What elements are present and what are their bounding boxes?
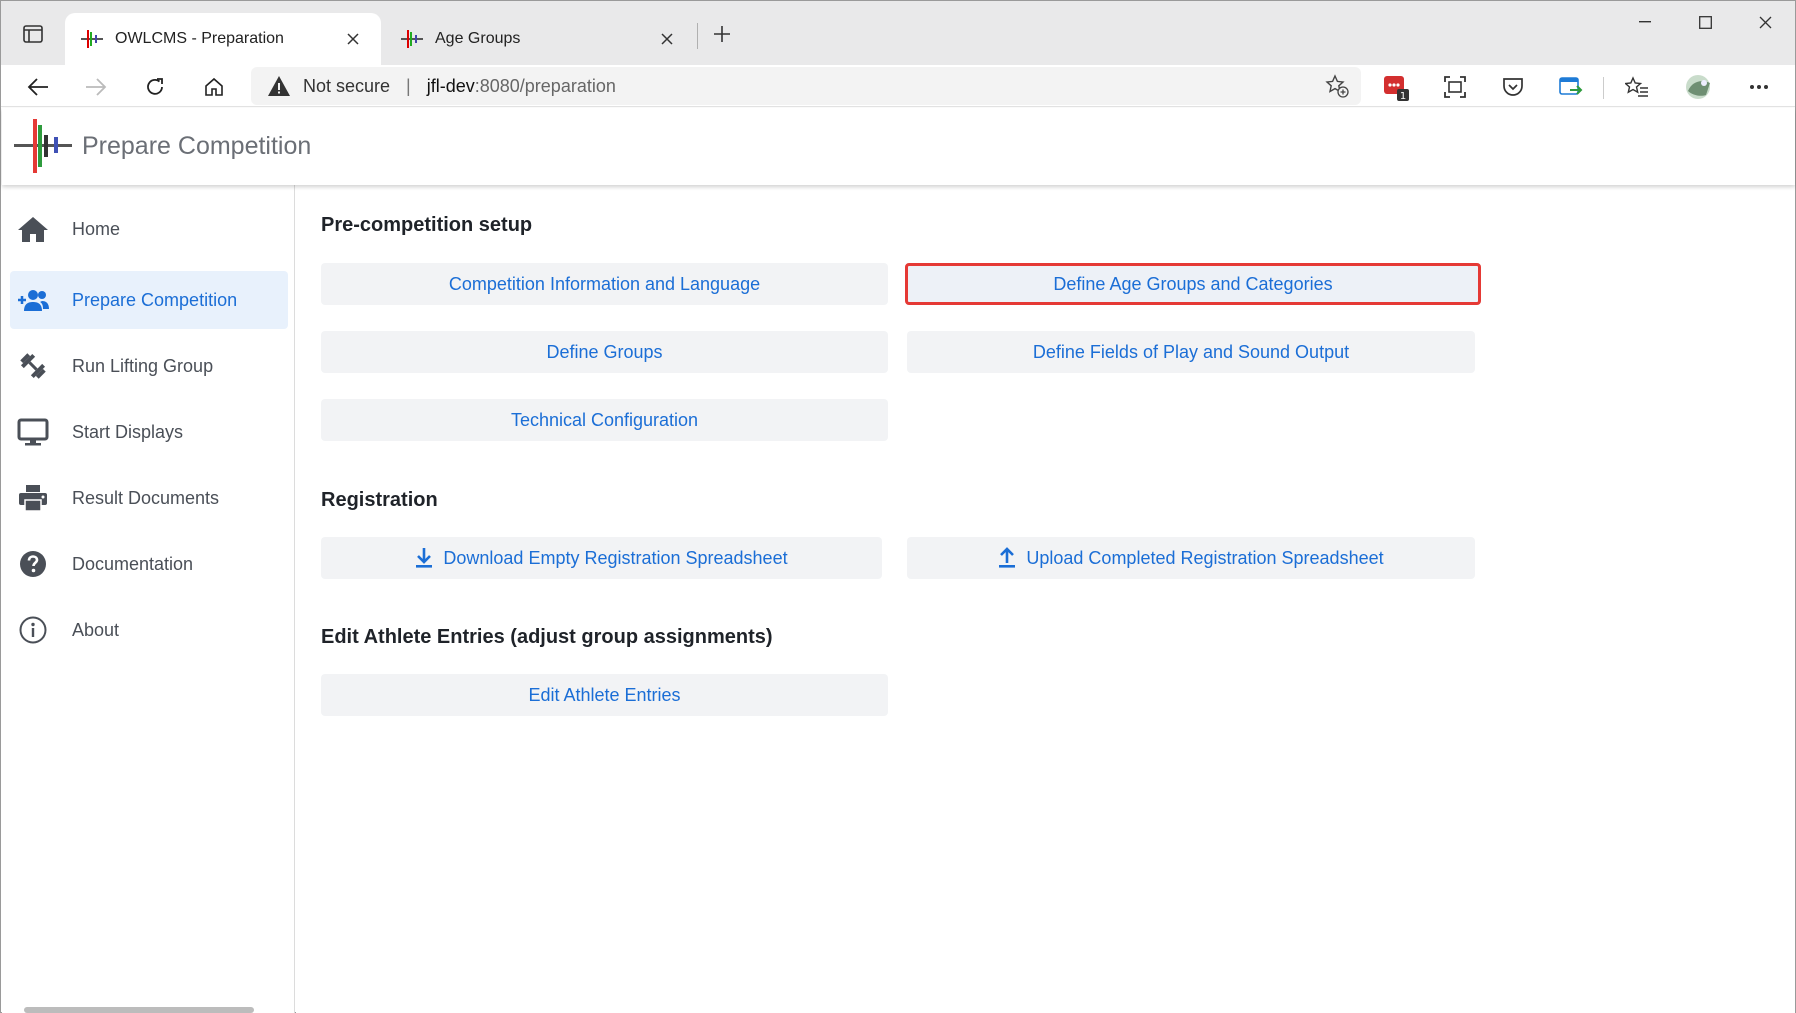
upload-registration-label: Upload Completed Registration Spreadshee…: [1026, 547, 1384, 568]
address-divider: |: [406, 75, 411, 96]
section-title-precompetition: Pre-competition setup: [321, 214, 533, 236]
owlcms-favicon-icon: [401, 30, 423, 48]
define-age-groups-button[interactable]: Define Age Groups and Categories: [905, 263, 1481, 305]
tab-strip: OWLCMS - Preparation Age Groups: [1, 1, 1795, 65]
forward-arrow-icon[interactable]: [79, 70, 113, 104]
upload-registration-button[interactable]: Upload Completed Registration Spreadshee…: [907, 537, 1475, 579]
sidebar-item-prepare-competition[interactable]: Prepare Competition: [10, 271, 288, 329]
section-title-registration: Registration: [321, 489, 438, 511]
close-tab-icon[interactable]: [341, 27, 365, 51]
sidebar-item-result-documents[interactable]: Result Documents: [10, 469, 288, 527]
sidebar-item-home[interactable]: Home: [10, 200, 288, 258]
sidebar-item-documentation[interactable]: Documentation: [10, 535, 288, 593]
define-groups-button[interactable]: Define Groups: [321, 331, 888, 373]
maximize-icon[interactable]: [1677, 7, 1733, 37]
add-favorite-icon[interactable]: [1325, 74, 1349, 98]
address-bar[interactable]: Not secure | jfl-dev:8080/preparation: [251, 67, 1361, 105]
pocket-icon[interactable]: [1496, 70, 1530, 104]
sidebar-item-label: Prepare Competition: [72, 289, 238, 310]
dumbbell-icon: [15, 351, 51, 381]
open-in-app-icon[interactable]: [1554, 70, 1588, 104]
define-fields-of-play-button[interactable]: Define Fields of Play and Sound Output: [907, 331, 1475, 373]
security-label: Not secure: [303, 75, 391, 96]
extension-badge-count: 1: [1400, 91, 1406, 102]
new-tab-icon[interactable]: [707, 19, 737, 49]
edit-athlete-entries-button[interactable]: Edit Athlete Entries: [321, 674, 888, 716]
tab-actions-icon[interactable]: [15, 19, 51, 49]
info-icon: [15, 615, 51, 645]
page-title: Prepare Competition: [82, 132, 312, 160]
sidebar-item-start-displays[interactable]: Start Displays: [10, 403, 288, 461]
browser-window: OWLCMS - Preparation Age Groups Not secu…: [0, 0, 1796, 1013]
competition-information-button[interactable]: Competition Information and Language: [321, 263, 888, 305]
home-browser-icon[interactable]: [197, 70, 231, 104]
sidebar-item-label: Documentation: [72, 553, 194, 574]
toolbar-divider: [1603, 77, 1604, 99]
upload-icon: [999, 547, 1016, 568]
profile-icon[interactable]: [1681, 70, 1715, 104]
favorites-icon[interactable]: [1620, 70, 1654, 104]
tab-age-groups[interactable]: Age Groups: [385, 13, 695, 65]
app-header: Prepare Competition: [2, 108, 1795, 185]
question-icon: [15, 549, 51, 579]
sidebar-item-label: Start Displays: [72, 421, 184, 442]
printer-icon: [15, 483, 51, 513]
screenshot-icon[interactable]: [1438, 70, 1472, 104]
sidebar-item-label: Result Documents: [72, 487, 220, 508]
section-title-athlete-entries: Edit Athlete Entries (adjust group assig…: [321, 626, 773, 648]
tab-divider: [697, 23, 698, 49]
owlcms-logo-icon[interactable]: [14, 117, 72, 175]
technical-configuration-button[interactable]: Technical Configuration: [321, 399, 888, 441]
close-window-icon[interactable]: [1737, 7, 1793, 37]
tab-title: OWLCMS - Preparation: [115, 30, 284, 47]
sidebar-item-about[interactable]: About: [10, 601, 288, 659]
extension-icon[interactable]: 1: [1379, 70, 1413, 104]
more-options-icon[interactable]: [1742, 70, 1776, 104]
close-tab-icon[interactable]: [655, 27, 679, 51]
home-icon: [15, 214, 51, 244]
add-users-icon: [15, 285, 51, 315]
tab-owlcms-preparation[interactable]: OWLCMS - Preparation: [65, 13, 381, 65]
main-content: Pre-competition setup Competition Inform…: [296, 185, 1795, 1013]
monitor-icon: [15, 417, 51, 447]
minimize-icon[interactable]: [1617, 7, 1673, 37]
sidebar-item-label: Run Lifting Group: [72, 355, 214, 376]
warning-icon: [268, 76, 290, 96]
download-icon: [416, 548, 433, 568]
download-registration-button[interactable]: Download Empty Registration Spreadsheet: [321, 537, 882, 579]
sidebar-item-run-lifting-group[interactable]: Run Lifting Group: [10, 337, 288, 395]
reload-icon[interactable]: [138, 70, 172, 104]
browser-toolbar: Not secure | jfl-dev:8080/preparation 1: [1, 65, 1795, 107]
sidebar: Home Prepare Competition Run Lifting Gro…: [2, 185, 295, 1013]
sidebar-scrollbar[interactable]: [24, 1007, 254, 1013]
url-host: jfl-dev: [426, 75, 475, 96]
owlcms-favicon-icon: [81, 30, 103, 48]
back-arrow-icon[interactable]: [21, 70, 55, 104]
sidebar-item-label: About: [72, 619, 120, 640]
tab-title: Age Groups: [435, 30, 521, 47]
sidebar-item-label: Home: [72, 218, 121, 239]
url-path: :8080/preparation: [474, 75, 616, 96]
download-registration-label: Download Empty Registration Spreadsheet: [443, 547, 788, 568]
